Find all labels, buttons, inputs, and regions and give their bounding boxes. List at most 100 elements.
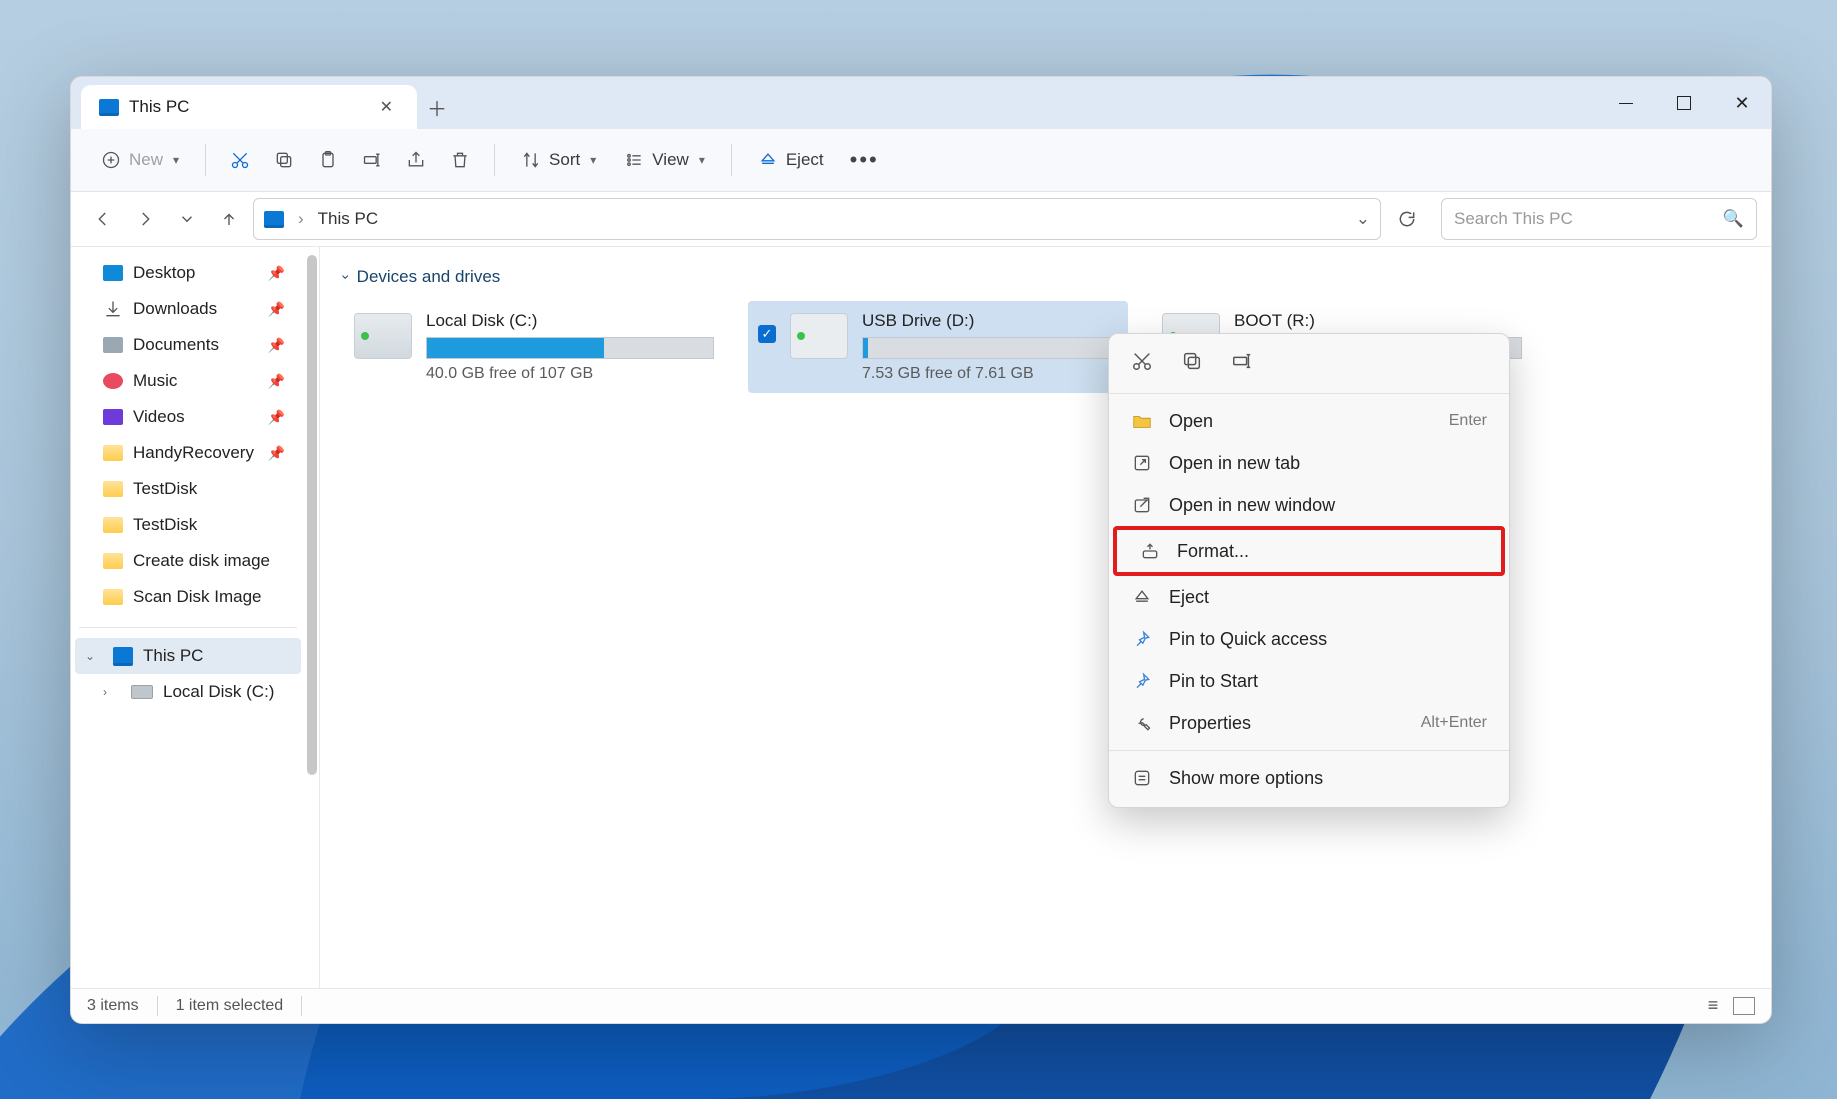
- chevron-down-icon: ▾: [699, 153, 705, 167]
- new-button[interactable]: New ▾: [89, 142, 191, 178]
- sidebar-item-testdisk-2[interactable]: TestDisk: [75, 507, 301, 543]
- sidebar-scrollbar[interactable]: [305, 247, 319, 988]
- address-dropdown[interactable]: ⌄: [1356, 209, 1370, 229]
- recent-button[interactable]: [169, 201, 205, 237]
- sidebar-item-music[interactable]: Music 📌: [75, 363, 301, 399]
- sidebar-item-create-disk-image[interactable]: Create disk image: [75, 543, 301, 579]
- view-label: View: [652, 150, 689, 170]
- download-icon: [103, 299, 123, 319]
- sidebar-item-videos[interactable]: Videos📌: [75, 399, 301, 435]
- sidebar-label: Scan Disk Image: [133, 587, 262, 607]
- copy-button[interactable]: [264, 142, 304, 178]
- cut-button[interactable]: [220, 142, 260, 178]
- ctx-pin-start[interactable]: Pin to Start: [1109, 660, 1509, 702]
- share-button[interactable]: [396, 142, 436, 178]
- capacity-bar: [862, 337, 1118, 359]
- video-icon: [103, 409, 123, 425]
- maximize-button[interactable]: [1655, 77, 1713, 129]
- new-tab-icon: [1131, 452, 1153, 474]
- ctx-pin-quick-access[interactable]: Pin to Quick access: [1109, 618, 1509, 660]
- forward-button[interactable]: [127, 201, 163, 237]
- ctx-show-more[interactable]: Show more options: [1109, 757, 1509, 799]
- chevron-right-icon[interactable]: ›: [103, 685, 117, 699]
- new-label: New: [129, 150, 163, 170]
- scissors-icon[interactable]: [1131, 350, 1153, 377]
- tab-this-pc[interactable]: This PC ✕: [81, 85, 417, 129]
- sidebar-label: Music: [133, 371, 177, 391]
- clipboard-icon: [318, 150, 338, 170]
- sidebar-item-documents[interactable]: Documents📌: [75, 327, 301, 363]
- eject-button[interactable]: Eject: [746, 142, 836, 178]
- rename-icon[interactable]: [1231, 350, 1253, 377]
- chevron-down-icon[interactable]: ⌄: [85, 649, 99, 663]
- sidebar-item-local-disk[interactable]: › Local Disk (C:): [75, 674, 301, 710]
- sidebar-divider: [79, 627, 297, 628]
- folder-icon: [103, 445, 123, 461]
- drive-name: USB Drive (D:): [862, 311, 1118, 331]
- close-window-button[interactable]: [1713, 77, 1771, 129]
- ctx-open-new-tab[interactable]: Open in new tab: [1109, 442, 1509, 484]
- refresh-button[interactable]: [1387, 199, 1427, 239]
- delete-button[interactable]: [440, 142, 480, 178]
- back-button[interactable]: [85, 201, 121, 237]
- group-header[interactable]: › Devices and drives: [344, 267, 1747, 287]
- address-bar[interactable]: › This PC ⌄: [253, 198, 1381, 240]
- folder-open-icon: [1131, 410, 1153, 432]
- ctx-label: Eject: [1169, 587, 1209, 608]
- sidebar-item-downloads[interactable]: Downloads📌: [75, 291, 301, 327]
- ctx-format[interactable]: Format...: [1117, 530, 1501, 572]
- ctx-properties[interactable]: Properties Alt+Enter: [1109, 702, 1509, 744]
- ctx-open-new-window[interactable]: Open in new window: [1109, 484, 1509, 526]
- format-icon: [1139, 540, 1161, 562]
- pin-icon: 📌: [268, 445, 285, 462]
- folder-icon: [103, 481, 123, 497]
- eject-label: Eject: [786, 150, 824, 170]
- sidebar-item-testdisk[interactable]: TestDisk: [75, 471, 301, 507]
- tiles-view-button[interactable]: [1733, 997, 1755, 1015]
- music-icon: [103, 373, 123, 389]
- checkbox-checked[interactable]: [758, 325, 776, 343]
- close-tab-button[interactable]: ✕: [374, 91, 399, 123]
- status-item-count: 3 items: [87, 997, 139, 1015]
- drive-name: Local Disk (C:): [426, 311, 714, 331]
- folder-icon: [103, 553, 123, 569]
- sidebar-label: Desktop: [133, 263, 195, 283]
- ctx-label: Pin to Start: [1169, 671, 1258, 692]
- view-button[interactable]: View ▾: [612, 142, 717, 178]
- sidebar-label: This PC: [143, 646, 203, 666]
- rename-icon: [362, 150, 382, 170]
- paste-button[interactable]: [308, 142, 348, 178]
- sidebar-item-desktop[interactable]: Desktop📌: [75, 255, 301, 291]
- rename-button[interactable]: [352, 142, 392, 178]
- copy-icon[interactable]: [1181, 350, 1203, 377]
- search-box[interactable]: Search This PC 🔍: [1441, 198, 1757, 240]
- sort-button[interactable]: Sort ▾: [509, 142, 608, 178]
- ctx-open[interactable]: Open Enter: [1109, 400, 1509, 442]
- view-icon: [624, 150, 644, 170]
- share-icon: [406, 150, 426, 170]
- more-button[interactable]: •••: [840, 139, 889, 181]
- ctx-eject[interactable]: Eject: [1109, 576, 1509, 618]
- pin-icon: 📌: [268, 373, 285, 390]
- monitor-icon: [99, 99, 119, 116]
- sidebar-label: TestDisk: [133, 479, 197, 499]
- trash-icon: [450, 150, 470, 170]
- disk-icon: [131, 685, 153, 699]
- sidebar-item-handyrecovery[interactable]: HandyRecovery📌: [75, 435, 301, 471]
- drive-icon: [354, 313, 412, 359]
- new-tab-button[interactable]: ＋: [417, 85, 457, 129]
- sidebar-item-this-pc[interactable]: ⌄ This PC: [75, 638, 301, 674]
- drive-free: 40.0 GB free of 107 GB: [426, 365, 714, 383]
- minimize-button[interactable]: [1597, 77, 1655, 129]
- more-options-icon: [1131, 767, 1153, 789]
- folder-icon: [103, 589, 123, 605]
- scissors-icon: [230, 150, 250, 170]
- drive-free: 7.53 GB free of 7.61 GB: [862, 365, 1118, 383]
- drive-usb-d[interactable]: USB Drive (D:) 7.53 GB free of 7.61 GB: [748, 301, 1128, 393]
- up-button[interactable]: [211, 201, 247, 237]
- drive-local-disk-c[interactable]: Local Disk (C:) 40.0 GB free of 107 GB: [344, 301, 724, 393]
- new-window-icon: [1131, 494, 1153, 516]
- details-view-button[interactable]: [1703, 997, 1723, 1013]
- sidebar-item-scan-disk-image[interactable]: Scan Disk Image: [75, 579, 301, 615]
- eject-icon: [1131, 586, 1153, 608]
